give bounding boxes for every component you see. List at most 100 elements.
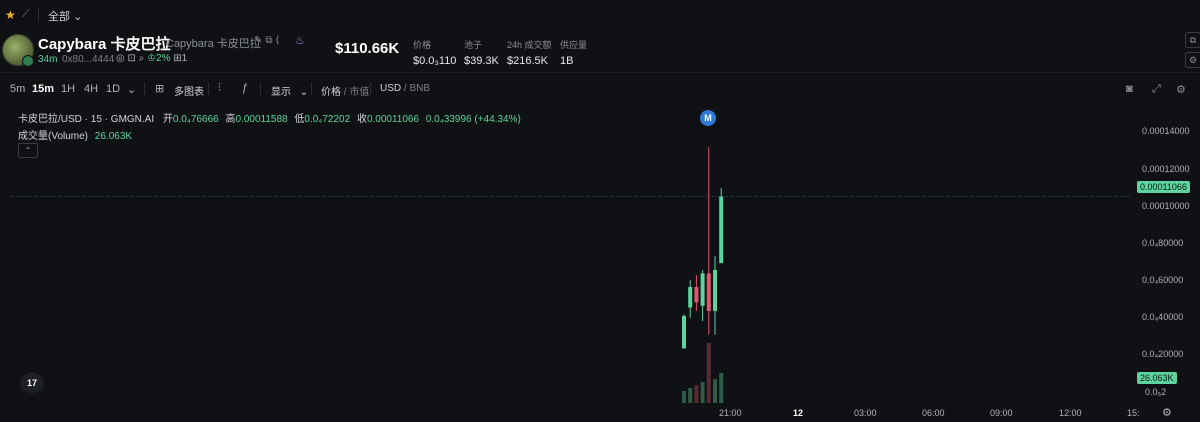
y-tick: 0.0₄60000: [1142, 275, 1184, 285]
high-label: 高: [225, 114, 236, 125]
volume-bar: [694, 385, 699, 403]
chevron-down-icon[interactable]: ⌄: [127, 83, 136, 96]
settings-icon[interactable]: ⚙: [1185, 52, 1200, 68]
timeframe-1h[interactable]: 1H: [61, 83, 75, 95]
collapse-legend-button[interactable]: ⌃: [18, 143, 38, 158]
price-chart[interactable]: [0, 101, 1130, 403]
stat-pool: 池子 $39.3K: [464, 38, 499, 67]
copy-icon[interactable]: ⧉: [1185, 32, 1200, 48]
divider: [38, 8, 39, 22]
box-icon: ⊞: [173, 53, 182, 64]
volume-legend: 成交量(Volume) 26.063K: [18, 127, 132, 142]
scope-label: 全部: [48, 11, 70, 23]
volume-bar: [706, 343, 711, 403]
x-tick: 15:: [1127, 408, 1140, 418]
x-tick: 12:00: [1059, 408, 1082, 418]
currency-toggle[interactable]: USD / BNB: [380, 83, 430, 94]
divider: [311, 82, 312, 95]
stat-price: 价格 $0.0₃110: [413, 38, 456, 67]
y-tick: 0.0₄80000: [1142, 238, 1184, 248]
stat-label: 24h 成交额: [507, 40, 552, 50]
axis-settings-icon[interactable]: ⚙: [1162, 406, 1172, 419]
open-label: 开: [162, 114, 173, 125]
contract-address[interactable]: 0x80...4444: [62, 54, 114, 65]
stat-volume: 24h 成交额 $216.5K: [507, 38, 552, 67]
change-value: 0.0₄33996 (+44.34%): [425, 114, 521, 125]
stat-value: $216.5K: [507, 55, 548, 67]
volume-bar: [700, 382, 705, 403]
chef-icon: ♔: [147, 53, 157, 64]
token-tools: ◎ ⊡ ⌕ ♔2% ⊞1: [116, 53, 187, 64]
y-tick: 0.0₄40000: [1142, 312, 1184, 322]
timeframe-5m[interactable]: 5m: [10, 83, 25, 95]
candle-body: [682, 316, 686, 349]
x-tick: 06:00: [922, 408, 945, 418]
multi-chart-button[interactable]: 多图表: [174, 83, 204, 98]
indicators-icon[interactable]: ƒ: [242, 82, 248, 94]
market-cap-value: $110.66K: [335, 40, 400, 57]
divider: [208, 82, 209, 95]
candle-body: [694, 287, 699, 303]
camera-icon[interactable]: ◙: [1126, 83, 1133, 95]
stat-label: 价格: [413, 40, 432, 50]
low-value: 0.0₄72202: [304, 114, 351, 125]
mcap-option: 市值: [349, 87, 370, 98]
x-tick: 21:00: [719, 408, 742, 418]
chevron-down-icon: ⌄: [73, 11, 83, 23]
y-tick: 0.00014000: [1142, 126, 1190, 136]
stat-value: $39.3K: [464, 55, 499, 67]
divider: [370, 82, 371, 95]
candles-icon[interactable]: ⫶: [218, 82, 221, 95]
timeframe-15m[interactable]: 15m: [32, 83, 54, 95]
timeframe-4h[interactable]: 4H: [84, 83, 98, 95]
twitter-icon[interactable]: ⊡: [128, 53, 136, 64]
bnb-option: BNB: [409, 83, 431, 94]
stat-value: $0.0₃110: [413, 55, 457, 67]
display-dropdown[interactable]: 显示 ⌄: [271, 83, 308, 98]
divider: [260, 82, 261, 95]
star-icon[interactable]: ★: [5, 8, 16, 22]
candle-body: [719, 196, 724, 264]
x-tick: 09:00: [990, 408, 1013, 418]
top-bar: [0, 0, 1200, 30]
y-tick: 0.0₅2: [1145, 387, 1167, 397]
token-name: Capybara 卡皮巴拉: [38, 36, 171, 53]
tradingview-logo: 17: [20, 373, 44, 393]
stat-label: 供应量: [560, 40, 588, 50]
scope-dropdown[interactable]: 全部 ⌄: [48, 8, 82, 24]
token-age: 34m: [38, 54, 58, 65]
chart-settings-icon[interactable]: ⚙: [1176, 83, 1186, 96]
header-action-icons[interactable]: ✎⧉⟨: [254, 35, 282, 46]
timeframe-1d[interactable]: 1D: [106, 83, 120, 95]
chart-legend: 卡皮巴拉/USD · 15 · GMGN.AI 开0.0₄76666 高0.00…: [18, 110, 521, 125]
chart-line-icon[interactable]: ⟋: [22, 8, 30, 21]
open-value: 0.0₄76666: [172, 114, 219, 125]
close-value: 0.00011066: [366, 114, 420, 125]
price-option: 价格: [321, 87, 341, 98]
stat-value: 1B: [560, 55, 574, 67]
usd-option: USD: [380, 83, 402, 94]
divider: [144, 82, 145, 95]
flame-icon: ♨: [295, 35, 305, 47]
y-tick: 0.00012000: [1142, 164, 1190, 174]
candle-body: [713, 269, 717, 311]
candle-body: [706, 273, 711, 311]
fullscreen-icon[interactable]: ⤢: [1152, 83, 1161, 96]
search-icon[interactable]: ⌕: [139, 53, 145, 64]
volume-value: 26.063K: [94, 131, 133, 142]
candle-body: [688, 287, 693, 308]
last-price-tag: 0.00011066: [1137, 181, 1190, 193]
high-value: 0.00011588: [235, 114, 288, 125]
volume-bar: [688, 388, 693, 403]
volume-bar: [682, 391, 686, 403]
add-chart-icon[interactable]: ⊞: [155, 82, 164, 95]
event-marker[interactable]: M: [700, 110, 716, 126]
close-label: 收: [356, 114, 367, 125]
platform-badge-icon: [22, 55, 34, 67]
telegram-icon[interactable]: ◎: [116, 53, 125, 64]
volume-label: 成交量(Volume): [18, 131, 89, 142]
volume-bar: [719, 373, 724, 403]
x-tick: 03:00: [854, 408, 877, 418]
price-mcap-toggle[interactable]: 价格 / 市值: [321, 83, 369, 98]
volume-tag: 26.063K: [1137, 372, 1177, 384]
